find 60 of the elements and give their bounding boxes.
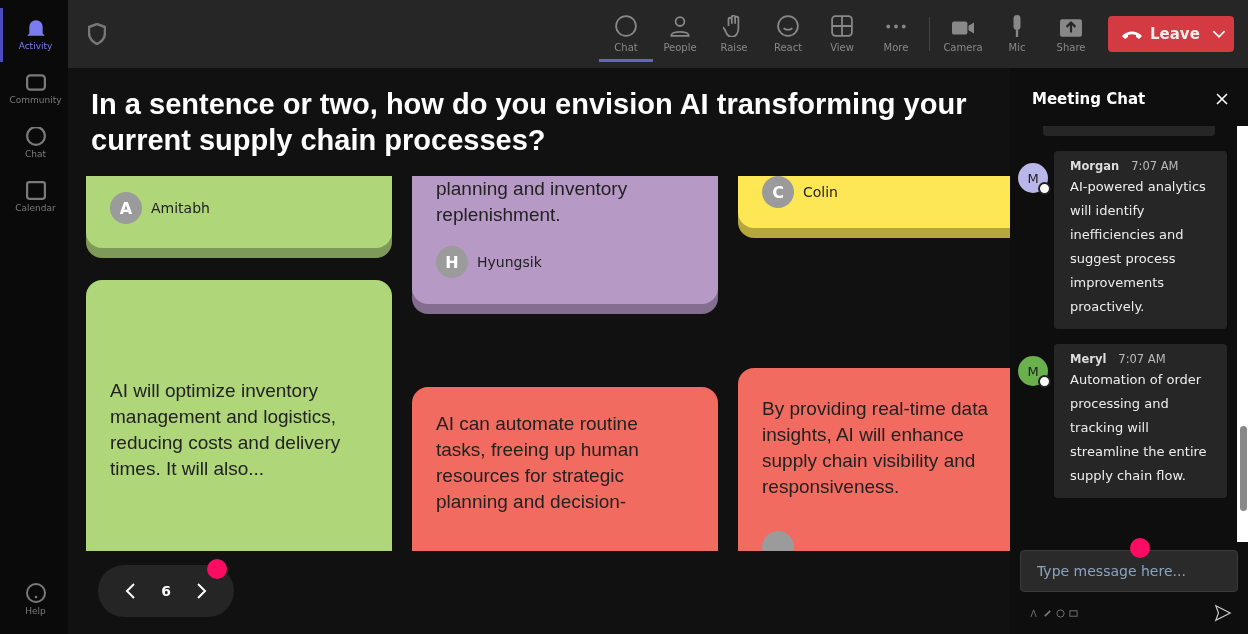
toolbar-button[interactable]: People — [653, 10, 707, 62]
chat-icon — [615, 15, 637, 37]
toolbar-button[interactable]: Camera — [936, 10, 990, 62]
avatar: A — [110, 192, 142, 224]
toolbar-button[interactable]: React — [761, 10, 815, 62]
avatar: M — [1018, 356, 1048, 386]
caret-icon — [1212, 29, 1226, 39]
community-icon — [25, 73, 46, 92]
sender-name: Meryl — [1070, 352, 1107, 366]
avatar: H — [436, 246, 468, 278]
mic-icon — [1013, 15, 1021, 37]
avatar: C — [762, 176, 794, 208]
question-title: In a sentence or two, how do you envision AI transforming your current supply chain processes? — [91, 87, 968, 158]
grid-icon — [831, 15, 853, 37]
message-time: 7:07 AM — [1118, 352, 1166, 366]
sender-name: Morgan — [1070, 159, 1120, 173]
phone-icon — [1122, 29, 1142, 39]
rail-tab[interactable]: Calendar — [0, 170, 68, 224]
status-dot — [1038, 375, 1051, 388]
close-icon[interactable] — [1216, 93, 1228, 105]
author-name: Colin — [803, 184, 838, 200]
chat-title: Meeting Chat — [1032, 90, 1146, 108]
toolbar-button[interactable]: Share — [1044, 10, 1098, 62]
rail-tab[interactable]: Chat — [0, 116, 68, 170]
toolbar-button[interactable]: Chat — [599, 10, 653, 62]
author-name: Amitabh — [151, 200, 210, 216]
smile-icon — [777, 15, 799, 37]
dots-icon — [886, 24, 906, 29]
toolbar-button[interactable]: Raise — [707, 10, 761, 62]
note-text: AI can automate routine tasks, freeing up human resources for strategic planning and decision- — [436, 412, 640, 514]
person-icon — [669, 15, 691, 37]
author-name: Hyungsik — [477, 254, 542, 270]
camera-icon — [952, 19, 974, 37]
toolbar-button[interactable]: View — [815, 10, 869, 62]
toolbar-button[interactable]: Mic — [990, 10, 1044, 62]
rail-tab[interactable]: Community — [0, 62, 68, 116]
help-icon — [25, 582, 46, 603]
leave-button[interactable]: Leave — [1108, 16, 1234, 52]
previous-icon[interactable] — [124, 582, 137, 600]
chat-icon — [25, 127, 46, 146]
note-text: AI will optimize inventory management and logistics, reducing costs and delivery times. It will also... — [110, 379, 342, 481]
calendar-icon — [25, 181, 46, 200]
next-icon[interactable] — [195, 582, 208, 600]
help-button[interactable]: Help — [0, 572, 68, 626]
send-icon[interactable] — [1214, 604, 1232, 622]
toolbar-button[interactable]: More — [869, 10, 923, 62]
message-time: 7:07 AM — [1131, 159, 1179, 173]
message-text: AI-powered analytics will identify inefficiencies and suggest process improvements proactively. — [1070, 178, 1207, 316]
marker-dot — [207, 559, 227, 579]
page-number: 6 — [161, 583, 171, 599]
bell-icon — [25, 19, 46, 38]
status-dot — [1038, 182, 1051, 195]
scrollbar[interactable] — [1237, 126, 1248, 542]
shield-icon — [88, 23, 106, 45]
note-text: planning and inventory replenishment. — [436, 177, 629, 227]
share-icon — [1060, 19, 1082, 37]
note-text: By providing real-time data insights, AI will enhance supply chain visibility and responsiveness. — [762, 397, 989, 499]
avatar: M — [1018, 163, 1048, 193]
message-input[interactable]: Type message here... — [1020, 550, 1238, 592]
message-text: Automation of order processing and tracking will streamline the entire supply chain flow. — [1070, 371, 1208, 485]
